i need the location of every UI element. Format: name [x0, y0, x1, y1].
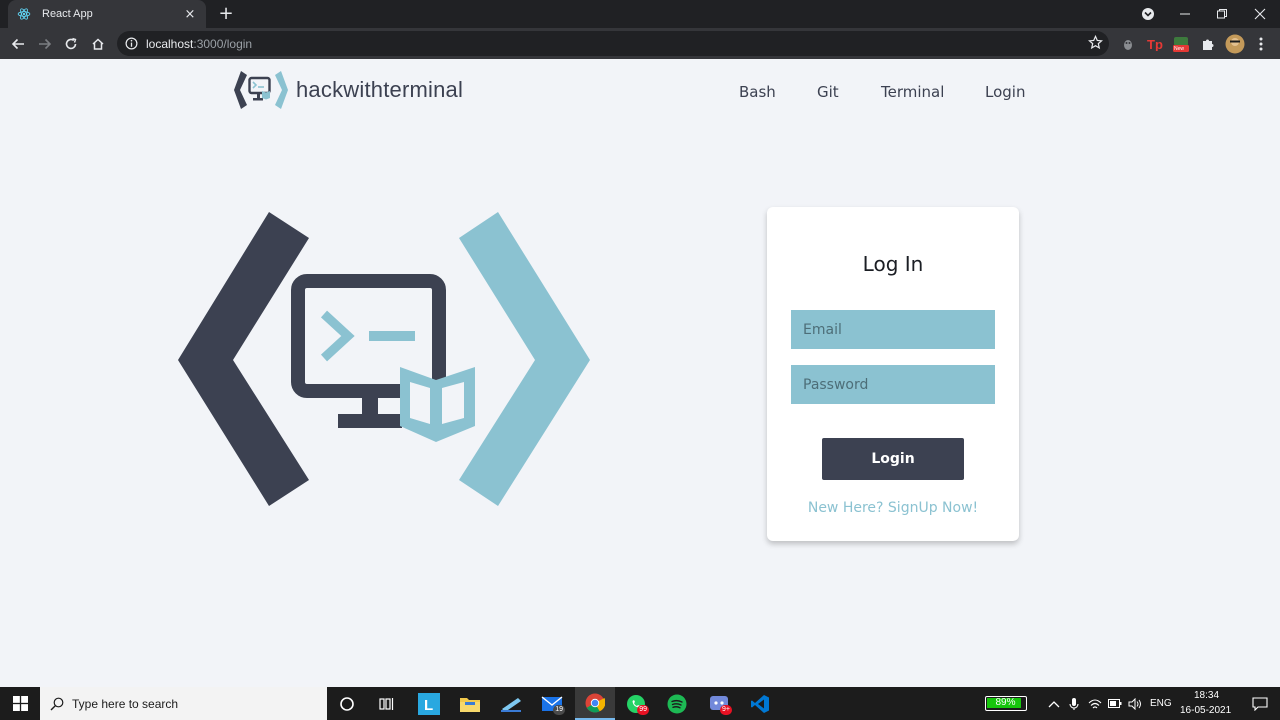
react-icon: [16, 6, 32, 22]
brand-name: hackwithterminal: [296, 77, 464, 102]
taskbar-search-placeholder: Type here to search: [72, 696, 179, 711]
chrome-icon[interactable]: [575, 687, 615, 720]
address-bar[interactable]: localhost :3000/login: [117, 31, 1109, 56]
clock-time[interactable]: 18:34: [1194, 690, 1219, 701]
windows-start-icon[interactable]: [0, 687, 40, 720]
notification-center-icon[interactable]: [1240, 687, 1280, 720]
hero-terminal-illustration: [178, 212, 590, 506]
language-indicator[interactable]: ENG: [1150, 698, 1172, 709]
new-tab-button[interactable]: +: [216, 4, 236, 24]
brand-logo-icon: [234, 71, 288, 109]
reload-icon[interactable]: [60, 33, 82, 55]
login-card-title: Log In: [862, 252, 924, 276]
svg-text:Tp: Tp: [1147, 37, 1163, 51]
microphone-icon[interactable]: [1064, 687, 1084, 720]
url-path: :3000/login: [193, 36, 253, 51]
cortana-icon[interactable]: [327, 687, 367, 720]
battery-indicator[interactable]: 89%: [985, 696, 1027, 711]
nav-link-login[interactable]: Login: [985, 83, 1025, 101]
tab-title: React App: [42, 8, 93, 20]
file-explorer-icon[interactable]: [450, 687, 490, 720]
site-brand[interactable]: hackwithterminal: [234, 70, 463, 110]
extension-badge: New: [1174, 46, 1185, 52]
minimize-icon[interactable]: [1167, 0, 1203, 28]
battery-percent: 89%: [995, 697, 1016, 708]
mail-icon[interactable]: 19: [532, 687, 572, 720]
browser-tab-strip: React App × +: [0, 0, 1280, 28]
info-icon[interactable]: [125, 37, 138, 50]
profile-avatar[interactable]: [1225, 34, 1245, 54]
taskbar-search-box[interactable]: Type here to search: [40, 687, 327, 720]
spotify-icon[interactable]: [657, 687, 697, 720]
email-field[interactable]: [791, 310, 995, 349]
forward-arrow-icon[interactable]: [34, 33, 56, 55]
menu-kebab-icon[interactable]: [1251, 34, 1271, 54]
vscode-icon[interactable]: [740, 687, 780, 720]
wifi-icon[interactable]: [1084, 687, 1106, 720]
search-icon: [50, 697, 64, 711]
tray-chevron-up-icon[interactable]: [1044, 687, 1064, 720]
extension-new-icon[interactable]: New: [1171, 34, 1191, 54]
whatsapp-badge: 99: [637, 705, 649, 715]
l-app-icon[interactable]: L: [409, 687, 449, 720]
extension-tp-icon[interactable]: Tp: [1145, 34, 1165, 54]
nav-link-bash[interactable]: Bash: [739, 83, 776, 101]
volume-icon[interactable]: [1124, 687, 1146, 720]
nav-link-git[interactable]: Git: [817, 83, 839, 101]
svg-text:L: L: [424, 697, 433, 714]
pen-app-icon[interactable]: [491, 687, 531, 720]
discord-icon[interactable]: 9+: [699, 687, 739, 720]
login-submit-button[interactable]: Login: [822, 438, 964, 480]
profile-dropdown-icon[interactable]: [1130, 0, 1166, 28]
browser-tab[interactable]: React App ×: [8, 0, 206, 28]
signup-link[interactable]: New Here? SignUp Now!: [767, 500, 1019, 516]
clock-date[interactable]: 16-05-2021: [1180, 705, 1231, 716]
discord-badge: 9+: [720, 705, 732, 715]
battery-tray-icon[interactable]: [1104, 687, 1126, 720]
back-arrow-icon[interactable]: [7, 33, 29, 55]
windows-taskbar: Type here to search L 19 99 9+ 89% ENG 1…: [0, 687, 1280, 720]
mail-badge: 19: [553, 705, 565, 715]
restore-icon[interactable]: [1204, 0, 1240, 28]
nav-link-terminal[interactable]: Terminal: [881, 83, 944, 101]
browser-toolbar: localhost :3000/login Tp New: [0, 28, 1280, 59]
whatsapp-icon[interactable]: 99: [616, 687, 656, 720]
password-field[interactable]: [791, 365, 995, 404]
close-window-icon[interactable]: [1242, 0, 1278, 28]
tab-close-icon[interactable]: ×: [182, 7, 198, 22]
url-host: localhost: [146, 36, 194, 51]
task-view-icon[interactable]: [367, 687, 407, 720]
bookmark-star-icon[interactable]: [1087, 34, 1104, 54]
home-icon[interactable]: [87, 33, 109, 55]
extension-owl-icon[interactable]: [1118, 34, 1138, 54]
extensions-puzzle-icon[interactable]: [1198, 34, 1218, 54]
login-card: Log In Login New Here? SignUp Now!: [767, 207, 1019, 541]
